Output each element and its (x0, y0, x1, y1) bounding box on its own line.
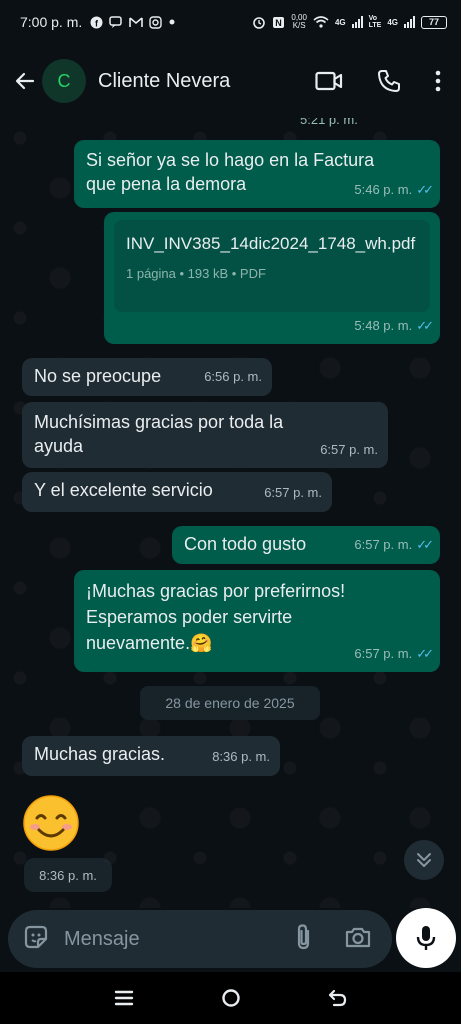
message-text: Muchísimas gracias por toda la ayuda (34, 412, 284, 456)
microphone-icon (416, 926, 436, 950)
attach-icon[interactable] (294, 923, 314, 956)
header-actions (315, 69, 449, 93)
camera-icon[interactable] (344, 925, 372, 954)
read-ticks-icon: ✓✓ (416, 182, 434, 197)
message-time: 5:48 p. m. (354, 318, 413, 333)
signal-icon-1 (351, 16, 363, 28)
volte-label: Vo LTE (368, 15, 382, 29)
message-meta: 6:57 p. m. (264, 481, 322, 505)
emoji-message-time: 8:36 p. m. (24, 858, 112, 892)
message-meta: 6:57 p. m. ✓✓ (354, 642, 434, 666)
chat-area[interactable]: 5:21 p. m. Si señor ya se lo hago en la … (0, 118, 461, 908)
message-input-placeholder[interactable]: Mensaje (64, 928, 294, 951)
message-input-bar: Mensaje (0, 908, 461, 972)
double-chevron-down-icon (417, 853, 431, 867)
recent-apps-button[interactable] (104, 978, 144, 1018)
document-message[interactable]: INV_INV385_14dic2024_1748_wh.pdf 1 págin… (104, 212, 440, 344)
instagram-icon (149, 15, 162, 29)
message-time: 6:56 p. m. (204, 369, 262, 384)
chat-app-icon (109, 15, 123, 28)
message-time: 8:36 p. m. (212, 749, 270, 764)
sticker-icon[interactable] (22, 923, 50, 956)
scroll-to-bottom-button[interactable] (404, 840, 444, 880)
back-icon (328, 989, 346, 1007)
message-bubble-outgoing[interactable]: Si señor ya se lo hago en la Factura que… (74, 140, 440, 208)
nfc-icon: N (273, 16, 285, 28)
document-file-info: 1 página • 193 kB • PDF (126, 266, 266, 281)
date-separator: 28 de enero de 2025 (140, 686, 320, 720)
message-bubble-incoming[interactable]: No se preocupe 6:56 p. m. (22, 358, 272, 396)
message-text: ¡Muchas gracias por preferirnos! Esperam… (86, 581, 346, 653)
home-button[interactable] (211, 978, 251, 1018)
back-arrow-icon[interactable] (12, 68, 38, 94)
message-bubble-outgoing[interactable]: ¡Muchas gracias por preferirnos! Esperam… (74, 570, 440, 672)
message-time: 6:57 p. m. (354, 646, 413, 661)
home-circle-icon (221, 989, 240, 1007)
message-text: Con todo gusto (184, 534, 307, 554)
document-attachment[interactable]: INV_INV385_14dic2024_1748_wh.pdf 1 págin… (114, 220, 430, 312)
dot-icon (169, 19, 175, 25)
read-ticks-icon: ✓✓ (416, 318, 434, 333)
message-bubble-incoming[interactable]: Muchas gracias. 8:36 p. m. (22, 736, 280, 776)
message-meta: 5:46 p. m. ✓✓ (354, 178, 434, 202)
message-bubble-incoming[interactable]: Y el excelente servicio 6:57 p. m. (22, 472, 332, 512)
input-tools (294, 923, 378, 956)
signal-icon-2 (404, 16, 415, 28)
network-type-1: 4G (334, 17, 346, 27)
chat-header: C Cliente Nevera (0, 44, 461, 118)
message-meta: 6:57 p. m. ✓✓ (354, 533, 434, 557)
alarm-icon (253, 17, 266, 29)
smiling-face-emoji-icon (23, 795, 79, 851)
back-button[interactable] (318, 978, 358, 1018)
system-navigation-bar (0, 972, 461, 1024)
battery-icon: 77 (421, 15, 447, 29)
partial-message-time: 5:21 p. m. (300, 118, 358, 127)
network-speed: 0,00 K/S (291, 13, 307, 30)
message-input[interactable]: Mensaje (8, 910, 392, 968)
message-time: 6:57 p. m. (320, 442, 378, 457)
message-bubble-incoming[interactable]: Muchísimas gracias por toda la ayuda 6:5… (22, 402, 388, 468)
message-meta: 5:48 p. m. ✓✓ (354, 314, 434, 338)
network-type-2: 4G (387, 17, 398, 27)
menu-icon (114, 990, 133, 1006)
read-ticks-icon: ✓✓ (416, 537, 434, 552)
gmail-icon (129, 16, 144, 27)
svg-text:N: N (276, 18, 283, 28)
message-meta: 8:36 p. m. (212, 745, 270, 769)
avatar[interactable]: C (42, 59, 86, 103)
message-time: 6:57 p. m. (354, 537, 413, 552)
read-ticks-icon: ✓✓ (416, 646, 434, 661)
message-bubble-outgoing[interactable]: Con todo gusto 6:57 p. m. ✓✓ (172, 526, 440, 564)
contact-name[interactable]: Cliente Nevera (98, 70, 230, 93)
message-meta: 6:57 p. m. (320, 438, 378, 462)
message-time: 5:46 p. m. (354, 182, 413, 197)
more-options-icon[interactable] (435, 70, 441, 92)
message-text: No se preocupe (34, 366, 162, 386)
facebook-icon: f (90, 16, 103, 28)
video-call-icon[interactable] (315, 70, 343, 92)
voice-call-icon[interactable] (377, 69, 401, 93)
wifi-icon (313, 16, 329, 28)
status-bar: 7:00 p. m. f N 0,00 K/S 4G Vo LTE 4G 77 (0, 0, 461, 44)
message-text: Y el excelente servicio (34, 480, 213, 500)
notification-icons: f (90, 15, 176, 29)
status-time: 7:00 p. m. (20, 14, 83, 30)
system-icons: N 0,00 K/S 4G Vo LTE 4G 77 (252, 14, 447, 30)
message-time: 6:57 p. m. (264, 485, 322, 500)
document-file-name: INV_INV385_14dic2024_1748_wh.pdf (126, 234, 416, 253)
emoji-message[interactable]: 😊 (22, 794, 80, 852)
message-text: Muchas gracias. (34, 744, 166, 764)
message-meta: 6:56 p. m. (204, 365, 262, 389)
voice-message-button[interactable] (396, 908, 456, 968)
